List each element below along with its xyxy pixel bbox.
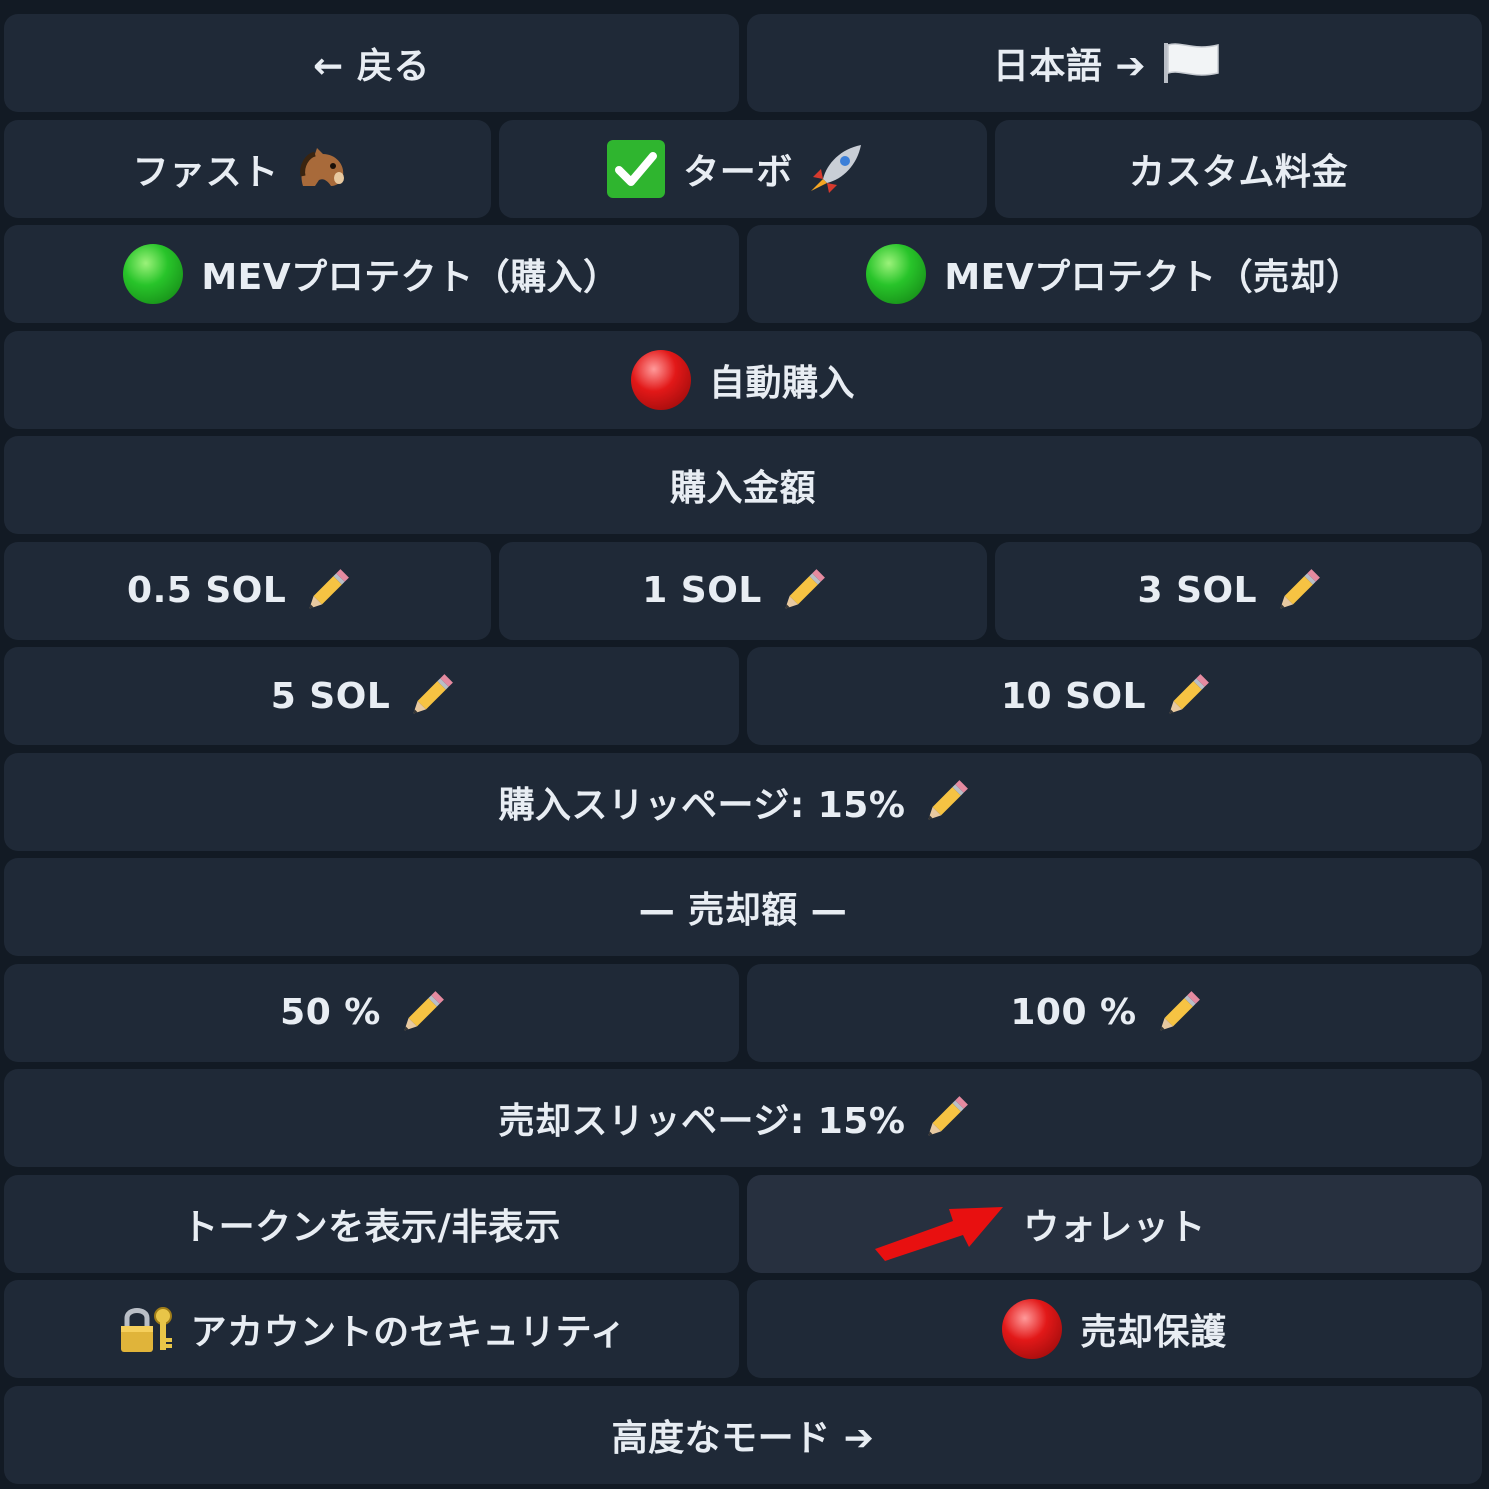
pencil-icon — [1160, 669, 1214, 723]
sell-amount-header-button[interactable]: — 売却額 — — [4, 858, 1482, 956]
green-circle-icon — [866, 244, 927, 304]
mev-buy-label: MEVプロテクト（購入） — [201, 257, 620, 298]
row-buy-slippage: 購入スリッページ: 15% — [4, 752, 1482, 851]
row-sell-slippage: 売却スリッページ: 15% — [4, 1069, 1482, 1167]
language-label: 日本語 ➔ — [992, 46, 1147, 87]
locked-with-key-icon — [117, 1304, 177, 1354]
amount-10-sol-button[interactable]: 10 SOL — [747, 647, 1482, 745]
row-speed: ファスト ターボ カスタム料金 — [4, 119, 1482, 218]
sell-slippage-button[interactable]: 売却スリッページ: 15% — [4, 1069, 1482, 1167]
buy-slippage-button[interactable]: 購入スリッページ: 15% — [4, 752, 1482, 851]
fast-button[interactable]: ファスト — [4, 119, 492, 218]
percent-label: 50 % — [280, 992, 381, 1033]
row-sell-percentages: 50 % 100 % — [4, 963, 1482, 1062]
row-mev: MEVプロテクト（購入） MEVプロテクト（売却） — [4, 225, 1482, 323]
auto-buy-label: 自動購入 — [708, 362, 855, 404]
amount-label: 0.5 SOL — [127, 570, 287, 611]
row-security: アカウントのセキュリティ 売却保護 — [4, 1280, 1482, 1378]
mev-protect-buy-button[interactable]: MEVプロテクト（購入） — [4, 225, 739, 323]
green-circle-icon — [123, 244, 184, 304]
sell-slippage-label: 売却スリッページ: 15% — [498, 1101, 906, 1142]
white-flag-icon — [1160, 41, 1222, 85]
advanced-mode-button[interactable]: 高度なモード ➔ — [4, 1385, 1482, 1484]
pencil-icon — [919, 775, 973, 829]
row-buy-amounts-1: 0.5 SOL 1 SOL 3 SOL — [4, 541, 1482, 640]
custom-fee-label: カスタム料金 — [1128, 151, 1348, 193]
pencil-icon — [404, 669, 458, 723]
row-advanced: 高度なモード ➔ — [4, 1385, 1482, 1484]
turbo-label: ターボ — [683, 151, 793, 193]
amount-5-sol-button[interactable]: 5 SOL — [4, 647, 739, 745]
red-circle-icon — [1002, 1299, 1063, 1359]
sell-amount-label: — 売却額 — — [638, 890, 848, 931]
mev-protect-sell-button[interactable]: MEVプロテクト（売却） — [747, 225, 1482, 323]
pencil-icon — [300, 564, 354, 618]
fast-label: ファスト — [132, 151, 279, 193]
amount-label: 5 SOL — [270, 675, 391, 717]
custom-fee-button[interactable]: カスタム料金 — [994, 119, 1482, 218]
sell-protection-label: 売却保護 — [1080, 1312, 1227, 1353]
row-sell-amount-header: — 売却額 — — [4, 858, 1482, 956]
sell-100-percent-button[interactable]: 100 % — [747, 963, 1482, 1062]
row-navigation: ← 戻る 日本語 ➔ — [4, 14, 1482, 112]
horse-face-icon — [293, 146, 349, 192]
auto-buy-button[interactable]: 自動購入 — [4, 330, 1482, 429]
amount-0-5-sol-button[interactable]: 0.5 SOL — [4, 541, 492, 640]
check-mark-button-icon — [607, 139, 666, 198]
amount-1-sol-button[interactable]: 1 SOL — [499, 541, 987, 640]
sell-50-percent-button[interactable]: 50 % — [4, 963, 739, 1062]
pencil-icon — [776, 564, 830, 618]
wallet-label: ウォレット — [1023, 1206, 1206, 1248]
back-label: ← 戻る — [313, 46, 430, 87]
account-security-label: アカウントのセキュリティ — [190, 1312, 627, 1353]
row-auto-buy: 自動購入 — [4, 330, 1482, 429]
row-buy-amounts-2: 5 SOL 10 SOL — [4, 647, 1482, 745]
amount-3-sol-button[interactable]: 3 SOL — [994, 541, 1482, 640]
buy-slippage-label: 購入スリッページ: 15% — [498, 784, 906, 826]
settings-keyboard: ← 戻る 日本語 ➔ ファスト ターボ カスタム料金 MEVプロテクト（購入） … — [0, 0, 1489, 1489]
buy-amount-label: 購入金額 — [669, 468, 816, 509]
percent-label: 100 % — [1010, 992, 1137, 1033]
rocket-icon — [807, 143, 865, 195]
toggle-tokens-label: トークンを表示/非表示 — [182, 1206, 561, 1248]
row-buy-amount-header: 購入金額 — [4, 436, 1482, 534]
red-circle-icon — [630, 349, 691, 410]
pencil-icon — [919, 1091, 973, 1145]
back-button[interactable]: ← 戻る — [4, 14, 739, 112]
row-tokens-wallet: トークンを表示/非表示 ウォレット — [4, 1174, 1482, 1273]
red-arrow-annotation — [875, 1206, 1003, 1261]
sell-protection-button[interactable]: 売却保護 — [747, 1280, 1482, 1378]
amount-label: 10 SOL — [1000, 675, 1147, 717]
pencil-icon — [395, 986, 449, 1040]
advanced-mode-label: 高度なモード ➔ — [611, 1417, 875, 1459]
amount-label: 3 SOL — [1137, 570, 1258, 611]
pencil-icon — [1271, 564, 1325, 618]
buy-amount-header-button[interactable]: 購入金額 — [4, 436, 1482, 534]
wallet-button[interactable]: ウォレット — [747, 1174, 1482, 1273]
pencil-icon — [1151, 986, 1205, 1040]
account-security-button[interactable]: アカウントのセキュリティ — [4, 1280, 739, 1378]
amount-label: 1 SOL — [642, 570, 762, 611]
language-button[interactable]: 日本語 ➔ — [747, 14, 1482, 112]
turbo-button[interactable]: ターボ — [499, 119, 987, 218]
toggle-tokens-button[interactable]: トークンを表示/非表示 — [4, 1174, 739, 1273]
mev-sell-label: MEVプロテクト（売却） — [944, 257, 1363, 298]
